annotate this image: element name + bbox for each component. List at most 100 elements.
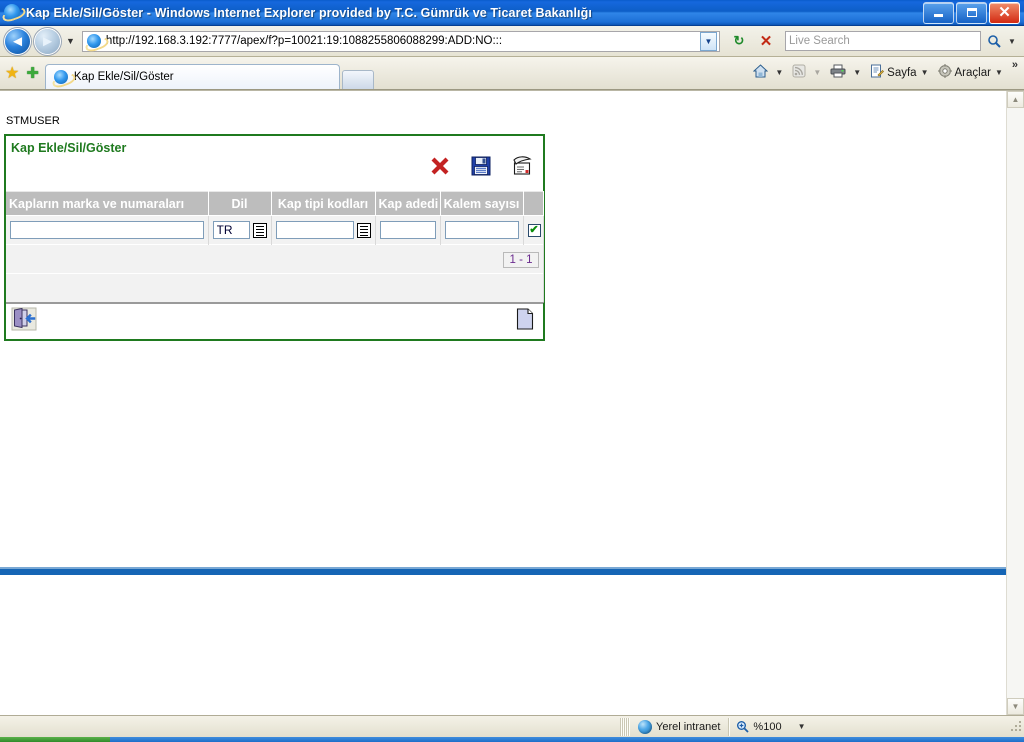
chevron-down-icon[interactable]: ▼ <box>775 68 783 77</box>
back-button[interactable]: ◄ <box>5 28 30 54</box>
taskbar-start-button[interactable] <box>0 737 110 742</box>
back-button[interactable] <box>11 307 37 336</box>
address-input-wrapper[interactable]: http://192.168.3.192:7777/apex/f?p=10021… <box>81 30 720 52</box>
minimize-button[interactable] <box>923 1 954 24</box>
scroll-down-button[interactable]: ▼ <box>1007 698 1024 715</box>
address-dropdown-button[interactable]: ▼ <box>700 31 717 51</box>
command-feeds[interactable]: ▼ <box>792 64 821 81</box>
chevron-down-icon[interactable]: ▼ <box>813 68 821 77</box>
recent-pages-button[interactable]: ▼ <box>66 36 75 46</box>
zoom-control[interactable]: %100 ▼ <box>730 720 811 733</box>
tab-favicon-icon <box>53 69 69 85</box>
command-page-label: Sayfa <box>887 66 917 79</box>
column-header-kalem-sayisi: Kalem sayısı <box>440 191 524 216</box>
kap-adedi-input[interactable] <box>379 221 436 239</box>
kap-tipi-lov-popup-icon[interactable] <box>356 222 371 238</box>
page-separator-bar <box>0 569 1007 575</box>
zoom-magnifier-icon <box>737 721 750 733</box>
zoom-level-label: %100 <box>753 720 782 733</box>
search-icon <box>988 35 1001 48</box>
cell-kalem-sayisi <box>440 215 524 245</box>
rss-feed-icon <box>792 64 806 81</box>
region-toolbar <box>429 155 533 177</box>
search-options-button[interactable]: ▼ <box>1005 31 1019 51</box>
exit-door-back-icon <box>11 307 37 331</box>
add-row-button[interactable] <box>516 308 534 335</box>
back-arrow-icon: ◄ <box>10 32 25 50</box>
save-button[interactable] <box>470 155 492 177</box>
window-controls: ✕ <box>923 1 1020 24</box>
close-button[interactable]: ✕ <box>989 1 1020 24</box>
table-header-row: Kapların marka ve numaraları Dil Kap tip… <box>6 191 544 216</box>
window-title: Kap Ekle/Sil/Göster - Windows Internet E… <box>26 5 592 20</box>
forward-button[interactable]: ► <box>35 28 60 54</box>
dil-lov-popup-icon[interactable] <box>252 222 267 238</box>
desktop-taskbar <box>0 737 1024 742</box>
pagination-row: 1 - 1 <box>6 244 544 274</box>
cell-kap-tipi-kodlari <box>271 215 376 245</box>
chevron-down-icon[interactable]: ▼ <box>853 68 861 77</box>
command-page[interactable]: Sayfa ▼ <box>870 64 929 81</box>
command-overflow-button[interactable]: » <box>1012 59 1018 71</box>
kap-tipi-kodlari-input[interactable] <box>275 221 354 239</box>
page-vertical-scrollbar[interactable]: ▲ ▼ <box>1006 91 1024 715</box>
new-tab-button[interactable] <box>341 70 374 89</box>
refresh-button[interactable]: ↻ <box>727 29 751 53</box>
security-zone-indicator[interactable]: Yerel intranet <box>630 719 728 734</box>
kalem-sayisi-input[interactable] <box>444 221 519 239</box>
column-header-kap-adedi: Kap adedi <box>375 191 441 216</box>
marka-numaralari-input[interactable] <box>10 221 204 239</box>
resize-grip[interactable] <box>1010 720 1022 733</box>
print-icon <box>830 64 846 81</box>
address-input[interactable]: http://192.168.3.192:7777/apex/f?p=10021… <box>106 35 700 47</box>
close-icon: ✕ <box>998 4 1011 21</box>
command-tools-label: Araçlar <box>954 66 991 79</box>
favorites-bar: ★ ✚ <box>0 56 45 89</box>
status-bar: Yerel intranet %100 ▼ <box>0 715 1024 737</box>
chevron-up-icon: ▲ <box>1011 95 1020 104</box>
row-select-checkbox[interactable]: ✔ <box>527 223 541 237</box>
floppy-disk-save-icon <box>471 156 491 176</box>
command-tools[interactable]: Araçlar ▼ <box>937 64 1003 81</box>
address-bar: ◄ ► ▼ http://192.168.3.192:7777/apex/f?p… <box>0 26 1024 57</box>
kap-table: Kapların marka ve numaraları Dil Kap tip… <box>6 191 544 303</box>
cancel-x-icon <box>431 157 449 175</box>
globe-icon <box>638 719 652 734</box>
command-home[interactable]: ▼ <box>753 64 783 81</box>
stop-button[interactable]: ✕ <box>754 29 778 53</box>
cell-marka-numaralari <box>6 215 209 245</box>
chevron-down-icon: ▼ <box>1008 36 1016 46</box>
command-print[interactable]: ▼ <box>830 64 861 81</box>
new-document-icon <box>516 308 534 330</box>
table-row: ✔ <box>6 215 544 245</box>
window-title-bar: Kap Ekle/Sil/Göster - Windows Internet E… <box>0 0 1024 26</box>
tab-kap-ekle-sil-goster[interactable]: Kap Ekle/Sil/Göster <box>44 64 340 89</box>
chevron-down-icon[interactable]: ▼ <box>995 68 1003 77</box>
search-button[interactable] <box>983 31 1005 51</box>
page-title: Kap Ekle/Sil/Göster <box>11 141 127 155</box>
cell-kap-adedi <box>375 215 441 245</box>
pagination-range[interactable]: 1 - 1 <box>503 252 539 268</box>
stop-icon: ✕ <box>759 33 773 50</box>
zoom-dropdown-icon[interactable]: ▼ <box>798 722 806 731</box>
breadcrumb: STMUSER <box>6 115 60 127</box>
maximize-button[interactable] <box>956 1 987 24</box>
search-input-wrapper[interactable]: Live Search <box>785 31 981 51</box>
chevron-down-icon: ▼ <box>704 36 713 46</box>
favorites-center-icon[interactable]: ★ <box>5 63 19 83</box>
cancel-button[interactable] <box>429 155 451 177</box>
region-header: Kap Ekle/Sil/Göster <box>6 136 543 191</box>
search-input[interactable]: Live Search <box>789 35 850 47</box>
create-button[interactable] <box>511 155 533 177</box>
page-document-icon <box>870 64 885 81</box>
table-spacer-row <box>6 273 544 303</box>
chevron-down-icon[interactable]: ▼ <box>921 68 929 77</box>
region-footer <box>6 303 543 339</box>
cell-row-select: ✔ <box>523 215 544 245</box>
page-favicon-icon <box>86 33 102 49</box>
refresh-icon: ↻ <box>733 33 745 48</box>
add-to-favorites-icon[interactable]: ✚ <box>26 64 39 82</box>
column-header-select <box>523 191 544 216</box>
dil-input[interactable] <box>212 221 250 239</box>
scroll-up-button[interactable]: ▲ <box>1007 91 1024 108</box>
